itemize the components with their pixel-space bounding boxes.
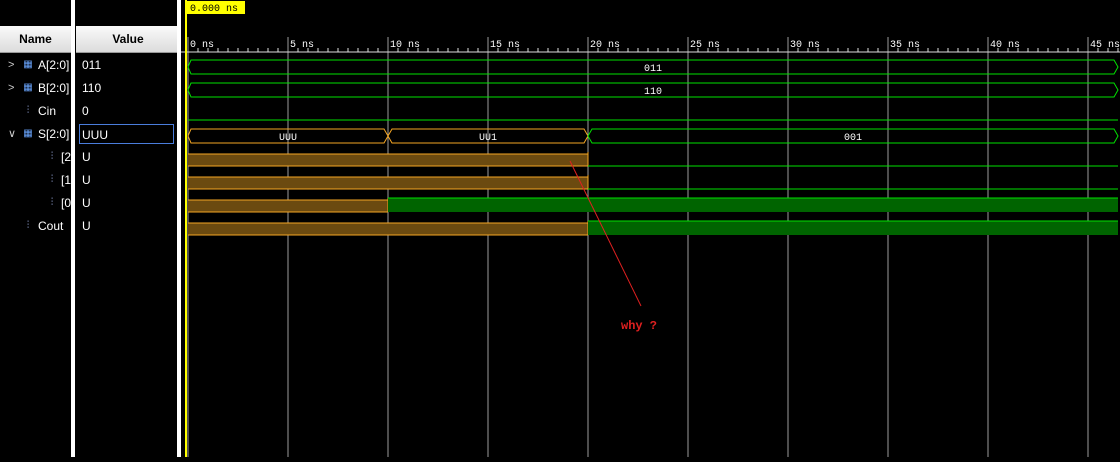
wave-0 <box>188 197 1118 213</box>
bit-signal-icon: ⫶ <box>26 105 30 116</box>
wave-1 <box>188 175 1118 190</box>
bus-segment-label: UUU <box>279 133 297 144</box>
signal-list-panel: Name Value > ▦ A[2:0] 011 > ▦ B[2:0] 110… <box>0 0 181 457</box>
waveforms: 011 110 UUU UU1 001 <box>187 59 1119 236</box>
collapse-chevron-icon[interactable]: ∨ <box>8 123 16 146</box>
high-fill <box>588 221 1118 235</box>
signal-value: U <box>82 196 91 210</box>
signal-value: 011 <box>82 58 102 72</box>
signal-row-s[interactable]: ∨ ▦ S[2:0] UUU <box>0 123 181 146</box>
annotation-text: why ? <box>621 319 657 333</box>
tick-label: 35 ns <box>890 40 920 51</box>
tick-label: 30 ns <box>790 40 820 51</box>
bus-signal-icon: ▦ <box>23 59 33 70</box>
bus-segment-label: 110 <box>644 87 662 98</box>
undefined-fill <box>188 177 588 189</box>
undefined-fill <box>188 223 588 235</box>
cursor-time-label: 0.000 ns <box>190 4 238 15</box>
signal-value: 110 <box>82 81 102 95</box>
signal-value: U <box>82 150 91 164</box>
tick-label: 10 ns <box>390 40 420 51</box>
signal-name: A[2:0] <box>38 58 70 72</box>
undefined-fill <box>188 154 588 166</box>
tick-label: 40 ns <box>990 40 1020 51</box>
signal-row-s1[interactable]: ⫶ [1 U <box>0 169 181 192</box>
undefined-fill <box>188 200 388 212</box>
signal-name: S[2:0] <box>38 127 70 141</box>
bus-segment-label: 001 <box>844 133 862 144</box>
signal-name: [1 <box>61 173 72 187</box>
wave-2 <box>188 152 1118 167</box>
tick-label: 5 ns <box>290 40 314 51</box>
expand-chevron-icon[interactable]: > <box>8 54 14 77</box>
tick-label: 45 ns <box>1090 40 1120 51</box>
bit-signal-icon: ⫶ <box>26 220 30 231</box>
tick-label: 0 ns <box>190 40 214 51</box>
bit-signal-icon: ⫶ <box>50 197 54 208</box>
waveform-view[interactable]: 0 ns 5 ns 10 ns 15 ns 20 ns 25 ns 30 ns 35 ns 40… <box>181 0 1120 457</box>
bus-signal-icon: ▦ <box>23 128 33 139</box>
wave-a20: 011 <box>187 59 1119 75</box>
bit-signal-icon: ⫶ <box>50 151 54 162</box>
tick-label: 25 ns <box>690 40 720 51</box>
waveform-canvas[interactable]: 0 ns 5 ns 10 ns 15 ns 20 ns 25 ns 30 ns 35 ns 40… <box>181 0 1120 457</box>
wave-cout <box>188 220 1118 236</box>
wave-s20: UUU UU1 001 <box>187 128 1119 144</box>
high-fill <box>388 198 1118 212</box>
signal-row-b[interactable]: > ▦ B[2:0] 110 <box>0 77 181 100</box>
bit-signal-icon: ⫶ <box>50 174 54 185</box>
tick-label: 15 ns <box>490 40 520 51</box>
signal-name: [2 <box>61 150 72 164</box>
signal-value: U <box>82 219 91 233</box>
time-grid <box>187 37 1089 457</box>
signal-name: Cin <box>38 104 57 118</box>
signal-value[interactable]: UUU <box>79 124 174 144</box>
time-ruler: 0 ns 5 ns 10 ns 15 ns 20 ns 25 ns 30 ns 35 ns 40… <box>181 40 1120 53</box>
signal-row-cout[interactable]: ⫶ Cout U <box>0 215 181 238</box>
name-column-header[interactable]: Name <box>0 26 71 53</box>
signal-row-a[interactable]: > ▦ A[2:0] 011 <box>0 54 181 77</box>
value-column-header[interactable]: Value <box>76 26 180 53</box>
bus-segment-label: UU1 <box>479 133 497 144</box>
signal-name: Cout <box>38 219 64 233</box>
signal-value: U <box>82 173 91 187</box>
signal-row-s0[interactable]: ⫶ [0 U <box>0 192 181 215</box>
wave-b20: 110 <box>187 82 1119 98</box>
signal-row-s2[interactable]: ⫶ [2 U <box>0 146 181 169</box>
signal-name: B[2:0] <box>38 81 70 95</box>
signal-value: 0 <box>82 104 89 118</box>
tick-label: 20 ns <box>590 40 620 51</box>
signal-row-cin[interactable]: ⫶ Cin 0 <box>0 100 181 123</box>
signal-name: [0 <box>61 196 72 210</box>
bus-segment-label: 011 <box>644 64 662 75</box>
bus-signal-icon: ▦ <box>23 82 33 93</box>
expand-chevron-icon[interactable]: > <box>8 77 14 100</box>
